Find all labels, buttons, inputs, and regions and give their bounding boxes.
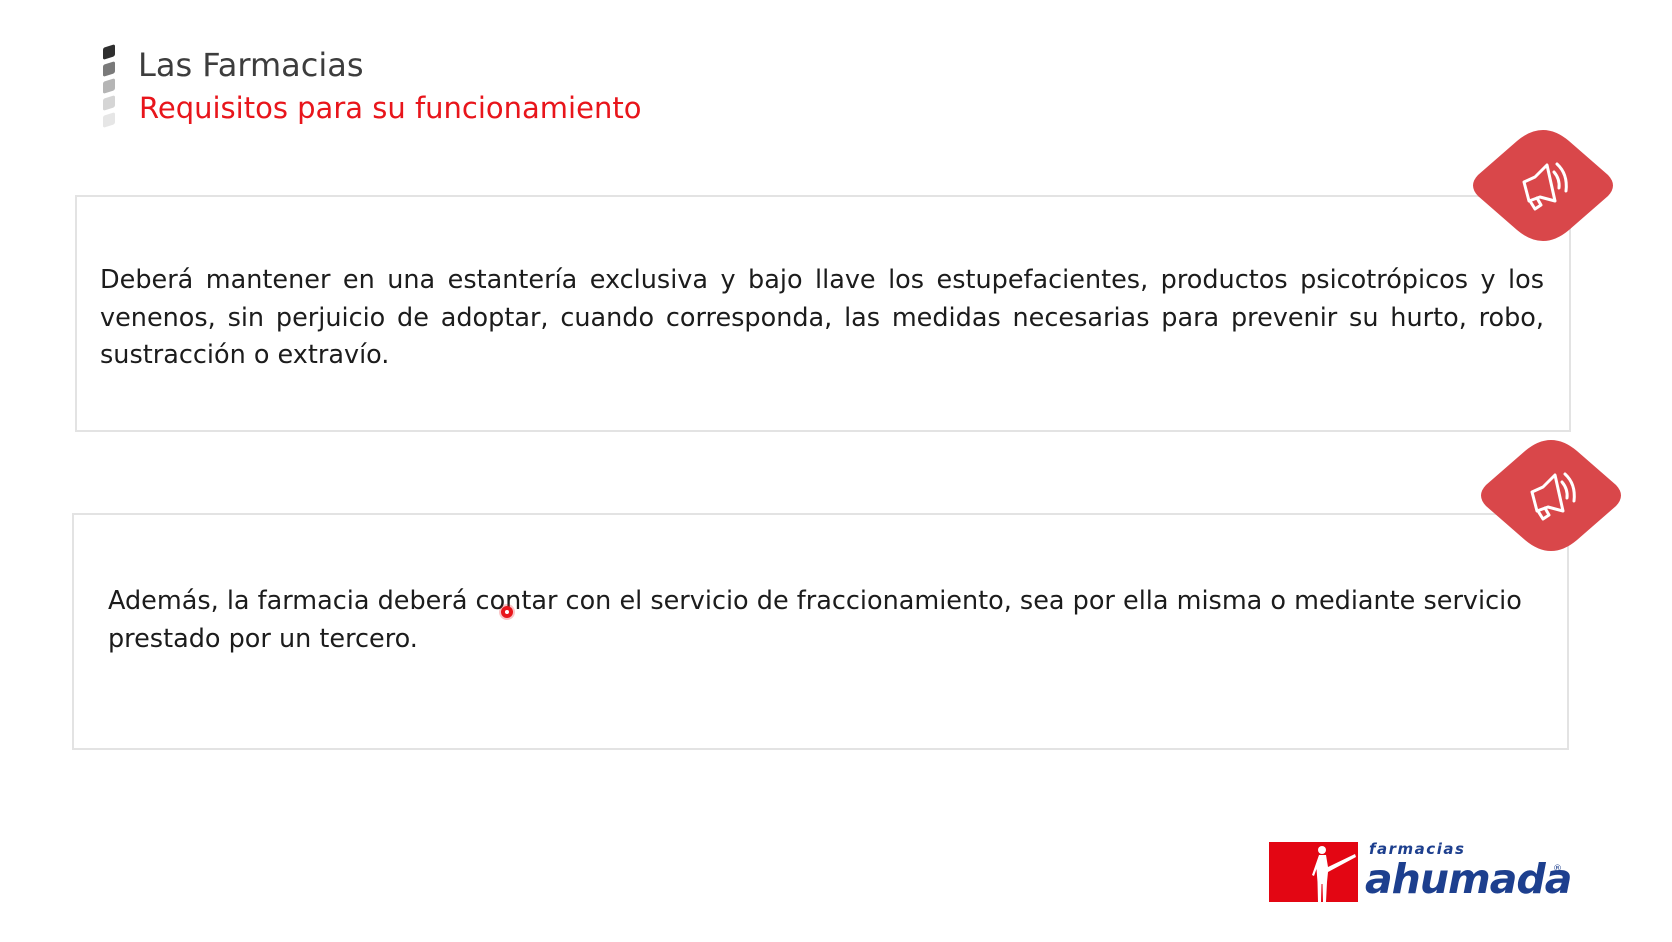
logo-registered-mark: ® [1553, 864, 1562, 874]
logo-text-ahumada: ahumada [1365, 855, 1572, 903]
header-bar-1 [103, 44, 115, 60]
info-card-1: Deberá mantener en una estantería exclus… [75, 195, 1571, 432]
page-title: Las Farmacias [138, 46, 364, 84]
info-card-2: Además, la farmacia deberá contar con el… [72, 513, 1569, 750]
info-card-1-text: Deberá mantener en una estantería exclus… [100, 265, 1544, 370]
header-bar-3 [103, 78, 115, 94]
info-card-2-text: Además, la farmacia deberá contar con el… [108, 586, 1522, 654]
logo-figure-icon [1269, 842, 1358, 902]
header-bars-icon [103, 44, 117, 128]
header-bar-5 [103, 112, 115, 128]
speaker-icon [1481, 440, 1621, 551]
header-bar-4 [103, 95, 115, 111]
audio-button-1[interactable] [1468, 127, 1618, 244]
audio-button-2[interactable] [1476, 437, 1626, 554]
pointer-cursor-icon [501, 606, 513, 618]
page-subtitle: Requisitos para su funcionamiento [139, 91, 642, 125]
header-bar-2 [103, 61, 115, 77]
speaker-icon [1473, 130, 1613, 241]
farmacias-ahumada-logo: farmacias ahumada ® [1269, 840, 1572, 908]
